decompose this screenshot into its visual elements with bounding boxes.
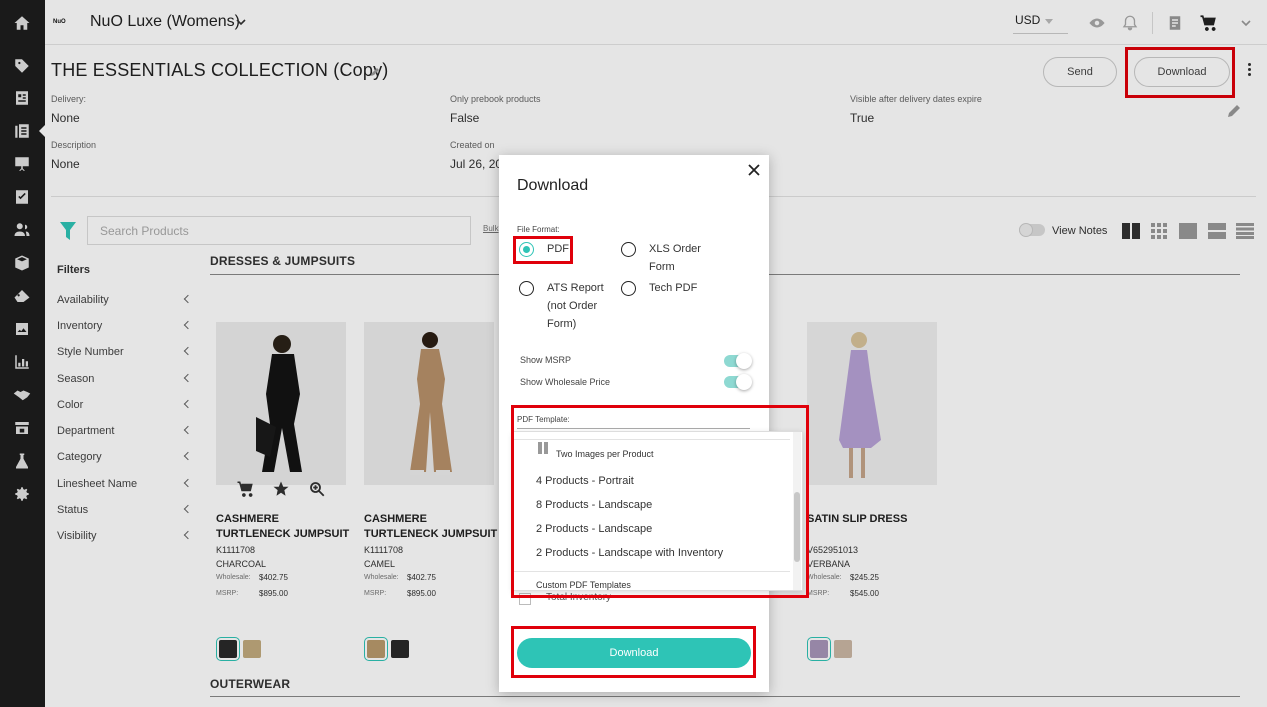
template-option[interactable]: 2 Products - Landscape xyxy=(536,523,652,535)
template-option[interactable]: 4 Products - Portrait xyxy=(536,475,634,487)
format-ats-radio[interactable] xyxy=(519,281,534,296)
download-modal: Download File Format: PDF XLS Order Form… xyxy=(499,155,803,692)
custom-templates-group-label: Custom PDF Templates xyxy=(536,580,631,590)
modal-download-button[interactable]: Download xyxy=(517,638,751,668)
format-pdf-label[interactable]: PDF xyxy=(547,240,569,258)
format-tech-pdf-label[interactable]: Tech PDF xyxy=(649,279,697,297)
file-format-label: File Format: xyxy=(517,225,560,234)
modal-title: Download xyxy=(517,177,589,194)
divider xyxy=(514,571,790,572)
format-tech-pdf-radio[interactable] xyxy=(621,281,636,296)
format-xls-label[interactable]: XLS Order Form xyxy=(649,240,719,276)
divider xyxy=(514,439,790,440)
two-images-icon xyxy=(538,442,548,454)
close-icon[interactable] xyxy=(747,163,761,177)
show-wholesale-toggle[interactable] xyxy=(724,374,752,390)
template-option[interactable]: Two Images per Product xyxy=(556,449,654,459)
template-option[interactable]: 2 Products - Landscape with Inventory xyxy=(536,547,723,559)
format-pdf-radio[interactable] xyxy=(519,242,534,257)
total-inventory-checkbox[interactable] xyxy=(519,593,531,605)
format-ats-label[interactable]: ATS Report (not Order Form) xyxy=(547,279,617,333)
total-inventory-label: Total Inventory xyxy=(546,592,612,603)
show-wholesale-label: Show Wholesale Price xyxy=(520,377,611,387)
template-option[interactable]: 8 Products - Landscape xyxy=(536,499,652,511)
dropdown-scrollbar[interactable] xyxy=(793,432,801,590)
show-msrp-toggle[interactable] xyxy=(724,353,752,369)
pdf-template-label: PDF Template: xyxy=(517,415,570,424)
format-xls-radio[interactable] xyxy=(621,242,636,257)
pdf-template-select[interactable] xyxy=(517,428,750,429)
show-msrp-label: Show MSRP xyxy=(520,355,572,365)
pdf-template-dropdown: Two Images per Product 4 Products - Port… xyxy=(513,431,803,591)
